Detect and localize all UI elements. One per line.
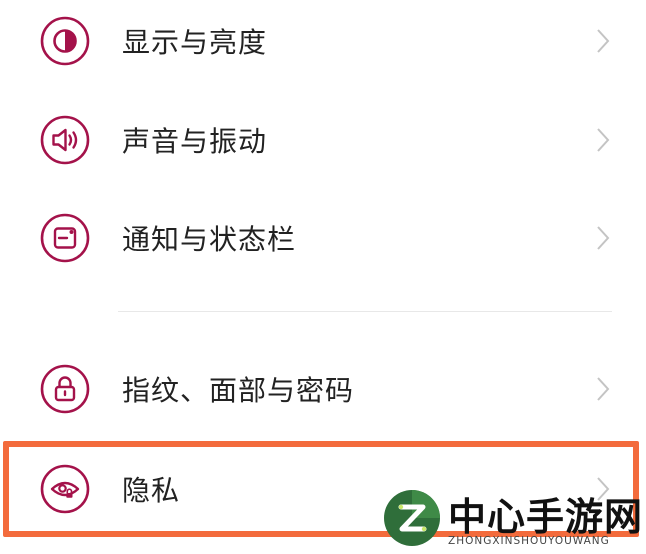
notification-bar-icon — [40, 213, 90, 263]
chevron-right-icon — [597, 128, 610, 152]
settings-item-label: 显示与亮度 — [122, 26, 268, 59]
display-brightness-icon — [40, 16, 90, 66]
settings-item-label: 隐私 — [122, 474, 181, 507]
settings-item-label: 通知与状态栏 — [122, 223, 297, 256]
settings-item-sound-vibration[interactable]: 声音与振动 — [0, 92, 646, 188]
chevron-right-icon — [597, 29, 610, 53]
lock-icon — [40, 364, 90, 414]
settings-item-label: 指纹、面部与密码 — [122, 374, 355, 407]
settings-item-fingerprint-face-password[interactable]: 指纹、面部与密码 — [0, 341, 646, 437]
watermark-subtitle: ZHONGXINSHOUYOUWANG — [448, 535, 610, 547]
eye-lock-icon — [40, 464, 90, 514]
settings-item-label: 声音与振动 — [122, 125, 268, 158]
chevron-right-icon — [597, 377, 610, 401]
chevron-right-icon — [597, 226, 610, 250]
settings-item-display-brightness[interactable]: 显示与亮度 — [0, 0, 646, 89]
watermark-title: 中心手游网 — [448, 494, 644, 539]
settings-item-notifications-status-bar[interactable]: 通知与状态栏 — [0, 190, 646, 286]
speaker-icon — [40, 115, 90, 165]
section-divider — [118, 311, 612, 312]
watermark-logo-icon — [384, 490, 440, 546]
watermark: 中心手游网 ZHONGXINSHOUYOUWANG — [380, 486, 646, 554]
